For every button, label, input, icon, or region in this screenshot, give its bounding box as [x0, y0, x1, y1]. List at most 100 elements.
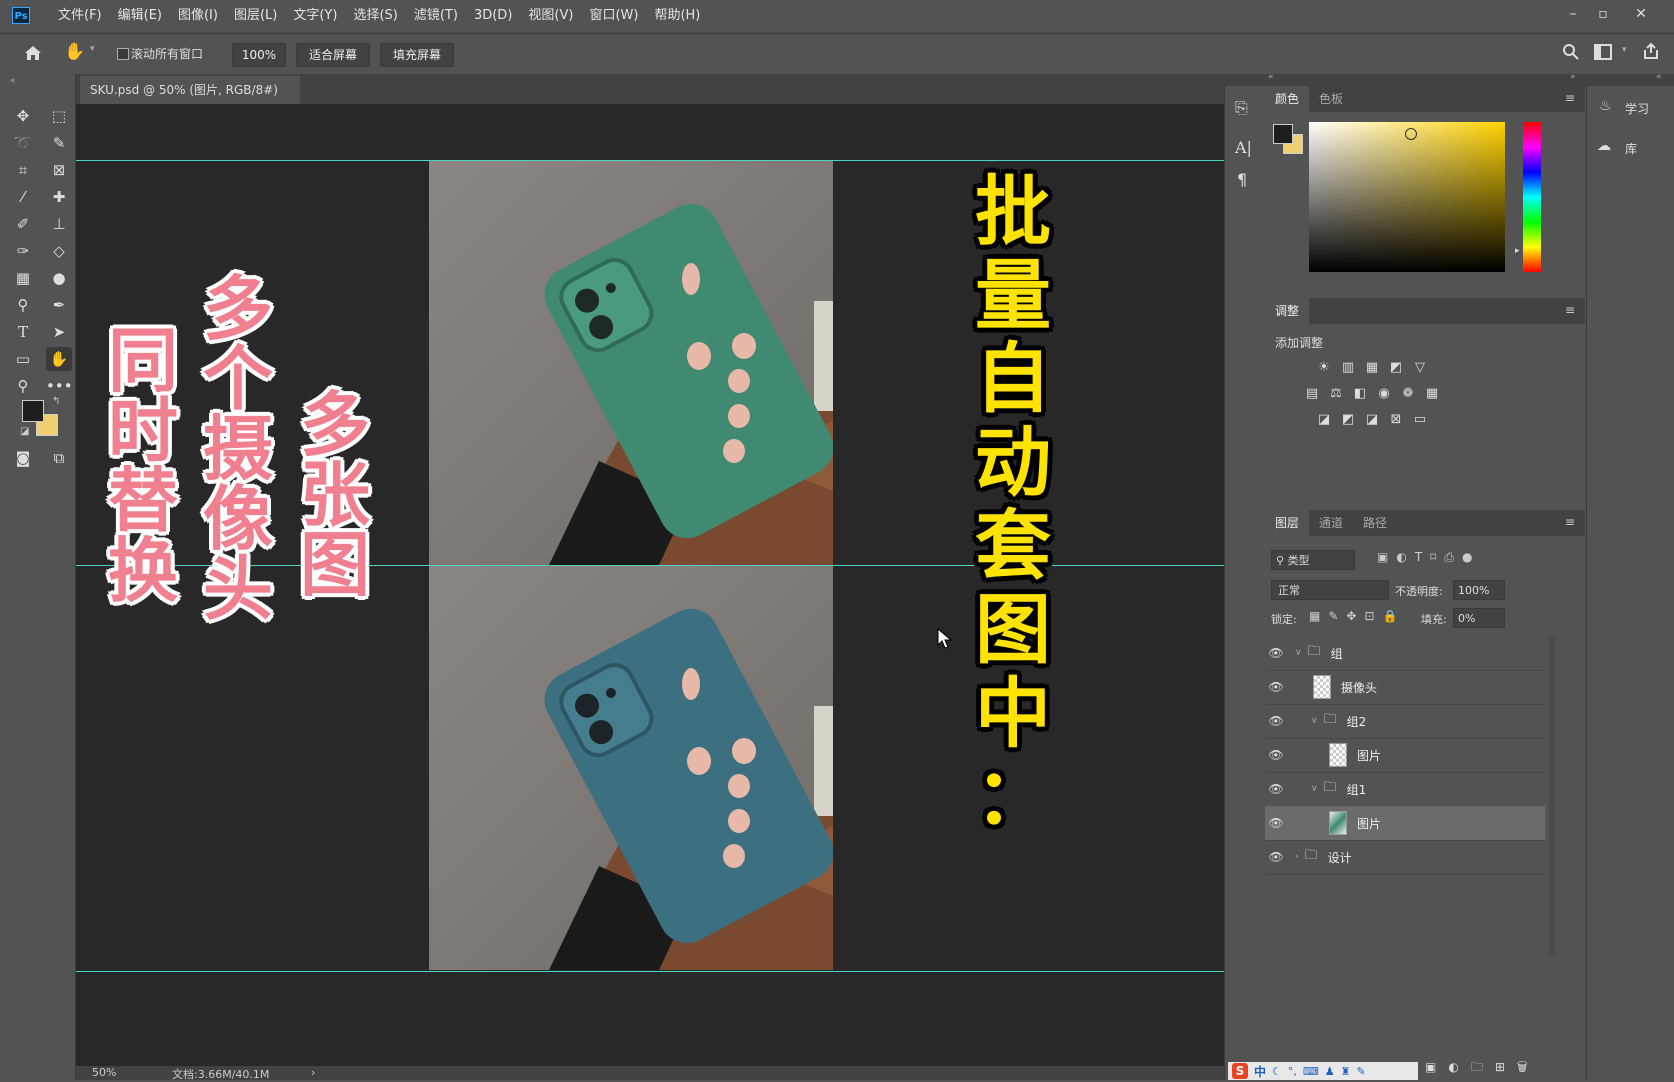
- lock-position-icon[interactable]: ✥: [1346, 609, 1364, 623]
- visibility-eye-icon[interactable]: 👁: [1265, 646, 1287, 660]
- visibility-eye-icon[interactable]: 👁: [1265, 680, 1287, 694]
- menu-filter[interactable]: 滤镜(T): [406, 0, 466, 32]
- lasso-tool-icon[interactable]: ➰: [10, 131, 36, 155]
- menu-type[interactable]: 文字(Y): [285, 0, 345, 32]
- menu-window[interactable]: 窗口(W): [581, 0, 646, 32]
- curves-icon[interactable]: ▦: [1363, 360, 1381, 376]
- layer-row-camera[interactable]: 👁 摄像头: [1265, 670, 1545, 705]
- share-icon[interactable]: [1642, 42, 1660, 63]
- expand-chevron-icon[interactable]: ∨: [1311, 784, 1318, 794]
- eraser-tool-icon[interactable]: ◇: [46, 239, 72, 263]
- new-adjustment-icon[interactable]: ◐: [1448, 1060, 1470, 1074]
- visibility-eye-icon[interactable]: 👁: [1265, 850, 1287, 864]
- collapsed-chevron-icon[interactable]: ›: [1295, 852, 1299, 862]
- screen-mode-icon[interactable]: ⧉: [46, 446, 72, 470]
- collapse-panels-icon[interactable]: «: [1268, 72, 1274, 82]
- blend-mode-select[interactable]: 正常: [1271, 580, 1389, 600]
- hand-tool-icon[interactable]: ✋: [64, 42, 90, 64]
- expand-chevron-icon[interactable]: ∨: [1311, 716, 1318, 726]
- layer-row-group[interactable]: 👁 ∨ 🗀 组: [1265, 636, 1545, 671]
- move-tool-icon[interactable]: ✥: [10, 104, 36, 128]
- expand-panels-icon[interactable]: »: [1570, 72, 1576, 82]
- blur-tool-icon[interactable]: ●: [46, 266, 72, 290]
- shape-filter-icon[interactable]: ⌑: [1430, 550, 1444, 564]
- adjust-filter-icon[interactable]: ◐: [1396, 550, 1414, 564]
- color-field[interactable]: [1309, 122, 1505, 272]
- fill-screen-button[interactable]: 填充屏幕: [380, 43, 454, 67]
- brightness-icon[interactable]: ☀: [1315, 360, 1333, 376]
- rectangle-tool-icon[interactable]: ▭: [10, 347, 36, 371]
- filter-toggle-icon[interactable]: ●: [1462, 550, 1480, 564]
- status-zoom[interactable]: 50%: [92, 1066, 116, 1079]
- tab-channels[interactable]: 通道: [1309, 510, 1353, 536]
- expand-chevron-icon[interactable]: ∨: [1295, 648, 1302, 658]
- color-balance-icon[interactable]: ⚖: [1327, 386, 1345, 402]
- cloud-library-icon[interactable]: ☁: [1597, 138, 1611, 154]
- tab-layers[interactable]: 图层: [1265, 510, 1310, 536]
- pixel-filter-icon[interactable]: ▣: [1377, 550, 1396, 564]
- layers-scrollbar[interactable]: [1549, 636, 1555, 956]
- visibility-eye-icon[interactable]: 👁: [1265, 816, 1287, 830]
- posterize-icon[interactable]: ◩: [1339, 412, 1357, 428]
- channel-mixer-icon[interactable]: ❁: [1399, 386, 1417, 402]
- type-filter-icon[interactable]: T: [1415, 550, 1430, 564]
- zoom-100-button[interactable]: 100%: [232, 43, 286, 67]
- close-button[interactable]: ✕: [1630, 4, 1652, 24]
- lock-transparent-icon[interactable]: ▦: [1309, 609, 1328, 623]
- visibility-eye-icon[interactable]: 👁: [1265, 714, 1287, 728]
- chevron-down-icon[interactable]: ▾: [90, 44, 95, 54]
- layer-row-image-a[interactable]: 👁 图片: [1265, 738, 1545, 773]
- maximize-button[interactable]: ▫: [1592, 4, 1614, 24]
- ime-tool-icon[interactable]: ✎: [1357, 1065, 1366, 1078]
- scroll-all-checkbox[interactable]: [117, 48, 129, 60]
- history-brush-tool-icon[interactable]: ✑: [10, 239, 36, 263]
- more-tools-icon[interactable]: •••: [46, 374, 73, 398]
- document-tab[interactable]: SKU.psd @ 50% (图片, RGB/8#) ×: [80, 76, 300, 125]
- menu-layer[interactable]: 图层(L): [226, 0, 285, 32]
- character-panel-icon[interactable]: A|: [1235, 138, 1252, 157]
- brush-tool-icon[interactable]: ✐: [10, 212, 36, 236]
- tab-adjustments[interactable]: 调整: [1265, 298, 1310, 324]
- zoom-tool-icon[interactable]: ⚲: [10, 374, 36, 398]
- learn-label[interactable]: 学习: [1625, 100, 1649, 117]
- visibility-eye-icon[interactable]: 👁: [1265, 748, 1287, 762]
- add-mask-icon[interactable]: ▣: [1425, 1060, 1448, 1074]
- collapse-far-icon[interactable]: «: [1656, 72, 1662, 82]
- ime-punct-icon[interactable]: °,: [1288, 1065, 1297, 1078]
- layer-filter-kind[interactable]: ⚲ 类型: [1271, 550, 1355, 570]
- tab-swatches[interactable]: 色板: [1309, 86, 1353, 112]
- threshold-icon[interactable]: ◪: [1363, 412, 1381, 428]
- quick-select-tool-icon[interactable]: ✎: [46, 131, 72, 155]
- ime-shirt-icon[interactable]: ♜: [1341, 1065, 1351, 1078]
- foreground-color-swatch[interactable]: [22, 400, 44, 422]
- black-white-icon[interactable]: ◧: [1351, 386, 1369, 402]
- gradient-map-icon[interactable]: ▭: [1411, 412, 1429, 428]
- crop-tool-icon[interactable]: ⌗: [10, 158, 36, 182]
- color-picker-handle[interactable]: [1405, 128, 1417, 140]
- invert-icon[interactable]: ◪: [1315, 412, 1333, 428]
- pen-tool-icon[interactable]: ✒: [46, 293, 72, 317]
- exposure-icon[interactable]: ◩: [1387, 360, 1405, 376]
- swap-colors-icon[interactable]: ↰: [52, 396, 60, 407]
- type-tool-icon[interactable]: T: [10, 320, 36, 344]
- hand-tool-active-icon[interactable]: ✋: [46, 347, 72, 371]
- ime-moon-icon[interactable]: ☾: [1272, 1065, 1282, 1078]
- tab-color[interactable]: 颜色: [1265, 86, 1310, 112]
- photo-filter-icon[interactable]: ◉: [1375, 386, 1393, 402]
- quick-mask-icon[interactable]: ◙: [10, 446, 36, 470]
- smart-filter-icon[interactable]: ⎙: [1444, 550, 1462, 564]
- ime-logo[interactable]: S: [1232, 1063, 1248, 1079]
- paragraph-panel-icon[interactable]: ¶: [1237, 170, 1247, 189]
- hue-slider[interactable]: [1523, 122, 1541, 272]
- workspace-icon[interactable]: [1594, 44, 1612, 63]
- delete-layer-icon[interactable]: 🗑: [1517, 1060, 1540, 1074]
- layer-row-image-b-selected[interactable]: 👁 图片: [1265, 806, 1545, 841]
- new-layer-icon[interactable]: ⊞: [1495, 1060, 1517, 1074]
- menu-help[interactable]: 帮助(H): [646, 0, 708, 32]
- minimize-button[interactable]: –: [1562, 4, 1584, 24]
- color-panel-menu-icon[interactable]: ≡: [1565, 91, 1575, 105]
- menu-3d[interactable]: 3D(D): [466, 0, 520, 32]
- fit-screen-button[interactable]: 适合屏幕: [296, 43, 370, 67]
- menu-file[interactable]: 文件(F): [50, 0, 110, 32]
- workspace-chevron-icon[interactable]: ▾: [1622, 45, 1627, 55]
